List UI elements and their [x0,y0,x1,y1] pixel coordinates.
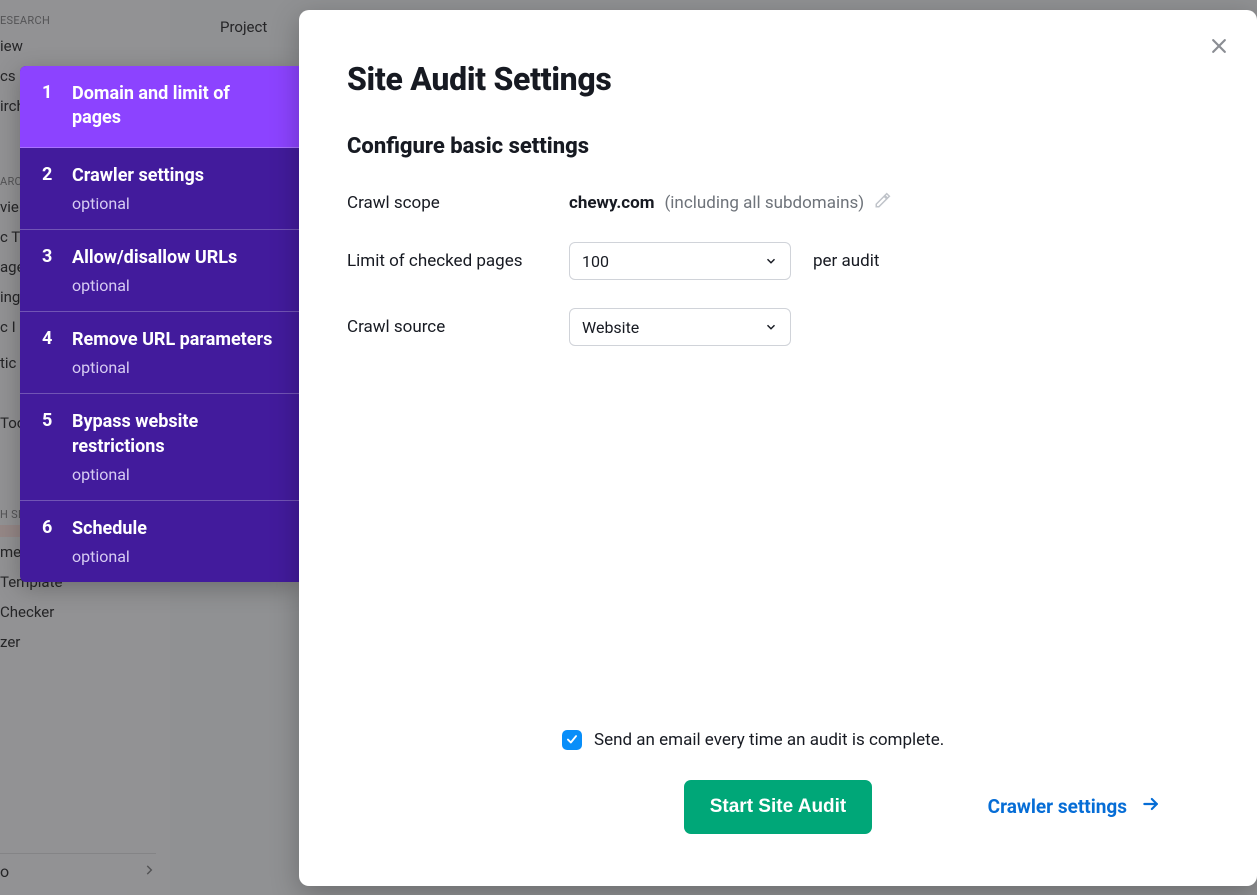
row-limit-pages: Limit of checked pages 100 per audit [347,242,1209,280]
wizard-step-title: Domain and limit of pages [72,82,279,131]
wizard-step-number: 4 [42,328,54,377]
wizard-step-remove-params[interactable]: 4 Remove URL parameters optional [20,312,299,394]
wizard-step-allow-disallow[interactable]: 3 Allow/disallow URLs optional [20,230,299,312]
row-email-notify: Send an email every time an audit is com… [347,730,1209,750]
chevron-down-icon [764,254,778,268]
crawl-scope-label: Crawl scope [347,193,569,213]
next-link-label: Crawler settings [988,795,1127,818]
email-notify-checkbox[interactable] [562,730,582,750]
wizard-step-number: 3 [42,246,54,295]
modal-subtitle: Configure basic settings [347,134,1209,159]
wizard-step-subtitle: optional [72,358,279,377]
row-crawl-scope: Crawl scope chewy.com (including all sub… [347,191,1209,214]
crawl-scope-note: (including all subdomains) [664,193,864,213]
site-audit-settings-modal: Site Audit Settings Configure basic sett… [299,10,1257,886]
wizard-step-bypass-restrictions[interactable]: 5 Bypass website restrictions optional [20,394,299,501]
wizard-step-subtitle: optional [72,465,279,484]
crawl-source-value: Website [582,318,639,337]
wizard-step-title: Bypass website restrictions [72,410,279,459]
edit-crawl-scope-button[interactable] [874,191,892,214]
wizard-step-domain-limit[interactable]: 1 Domain and limit of pages [20,66,299,148]
wizard-step-number: 2 [42,164,54,213]
crawl-scope-domain: chewy.com [569,193,654,213]
wizard-step-number: 6 [42,517,54,566]
next-crawler-settings-link[interactable]: Crawler settings [988,794,1161,819]
pencil-icon [874,191,892,214]
limit-pages-label: Limit of checked pages [347,251,569,271]
modal-actions: Start Site Audit Crawler settings [347,780,1209,856]
crawl-source-label: Crawl source [347,317,569,337]
email-notify-label: Send an email every time an audit is com… [594,730,944,750]
crawl-source-select[interactable]: Website [569,308,791,346]
check-icon [565,731,579,750]
wizard-step-title: Schedule [72,517,279,541]
close-button[interactable] [1207,36,1231,60]
wizard-steps-panel: 1 Domain and limit of pages 2 Crawler se… [20,66,299,582]
wizard-step-crawler-settings[interactable]: 2 Crawler settings optional [20,148,299,230]
chevron-down-icon [764,320,778,334]
modal-title: Site Audit Settings [347,60,1209,98]
wizard-step-subtitle: optional [72,194,279,213]
limit-pages-value: 100 [582,252,609,271]
limit-pages-select[interactable]: 100 [569,242,791,280]
wizard-step-title: Remove URL parameters [72,328,279,352]
close-icon [1209,36,1229,60]
arrow-right-icon [1141,794,1161,819]
row-crawl-source: Crawl source Website [347,308,1209,346]
wizard-step-subtitle: optional [72,547,279,566]
wizard-step-schedule[interactable]: 6 Schedule optional [20,501,299,582]
wizard-step-subtitle: optional [72,276,279,295]
wizard-step-number: 1 [42,82,54,131]
start-site-audit-button[interactable]: Start Site Audit [684,780,873,834]
limit-pages-suffix: per audit [813,251,879,271]
wizard-step-title: Crawler settings [72,164,279,188]
wizard-step-title: Allow/disallow URLs [72,246,279,270]
wizard-step-number: 5 [42,410,54,484]
